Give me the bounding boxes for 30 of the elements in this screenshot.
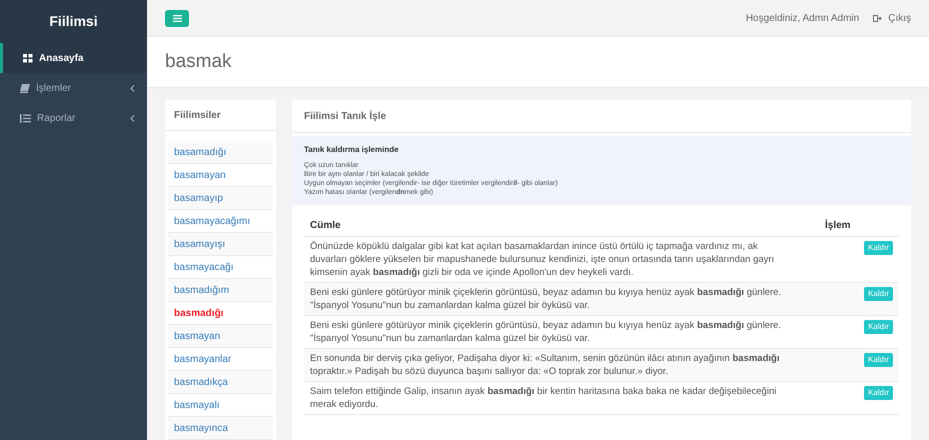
book-icon: [20, 84, 30, 92]
page-title: basmak: [165, 50, 232, 74]
sign-out-icon: [873, 14, 882, 22]
sidebar-item[interactable]: İşlemler: [0, 73, 147, 103]
word-link[interactable]: basamayışı: [168, 233, 273, 256]
panel-title: Fiilimsiler: [174, 108, 221, 122]
sentence-cell-text: Beni eski günlere götürüyor minik çiçeklerin görüntüsü, beyaz adamın bu kıyıya henüz ayak basmadığı günlere. "İspanyol Yosunu"nun bu zamanlardan kalma güzel bir öyküsü var.: [310, 319, 782, 345]
grid-icon: [23, 54, 33, 62]
menu-icon: [172, 14, 182, 22]
logout-link[interactable]: Çıkış: [873, 10, 911, 26]
word-link[interactable]: basmadıkça: [168, 371, 273, 394]
sentence-cell-text: Önünüzde köpüklü dalgalar gibi kat kat açılan basamaklardan inince üstü örtülü iç tapmağa vardınız mı, ak duvarları göklere yükselen bir mapushanede bulursunuz kendinizi, işte onun ortasında tanrı uşaklarından gayrı kimsenin ayak basmadığı gizli bir oda ve içinde Apollon'un dev heykeli vardı.: [310, 240, 776, 279]
word-link[interactable]: basamayıp: [168, 187, 273, 210]
word-link[interactable]: basamadığı: [168, 141, 273, 164]
list-icon: [20, 114, 31, 122]
word-link[interactable]: basmayan: [168, 325, 273, 348]
brand-title: Fiilimsi: [49, 12, 98, 31]
welcome-text: Hoşgeldiniz, Admn Admin: [746, 12, 860, 26]
menu-toggle-button[interactable]: [165, 10, 189, 26]
panel-title: Fiilimsi Tanık İşle: [304, 109, 386, 124]
sentence-cell-text: En sonunda bir derviş çıka geliyor, Padişaha diyor ki: «Sultanım, senin gözünün ilâcı atının ayağının basmadığı topraktır.» Padişah bu sözü duyunca başını sallıyor da: «O toprak zor bulunur.» diyor.: [310, 352, 780, 378]
sentence-cell-text: Saim telefon ettiğinde Galip, insanın ayak basmadığı bir kentin haritasına baka baka ne kadar değişebileceğini merak ediyordu.: [310, 385, 778, 411]
column-header: Cümle: [310, 219, 342, 233]
word-link[interactable]: basmadığım: [168, 279, 273, 302]
sentence-cell-text: Beni eski günlere götürüyor minik çiçeklerin görüntüsü, beyaz adamın bu kıyıya henüz ayak basmadığı günlere. "İspanyol Yosunu"nun bu zamanlardan kalma güzel bir öyküsü var.: [310, 286, 782, 312]
sidebar-item[interactable]: Raporlar: [0, 103, 147, 133]
sidebar-item[interactable]: Anasayfa: [0, 43, 147, 73]
column-header: İşlem: [825, 218, 852, 233]
note-heading: Tanık kaldırma işleminde: [304, 144, 400, 156]
word-link[interactable]: basmayınca: [168, 417, 273, 440]
